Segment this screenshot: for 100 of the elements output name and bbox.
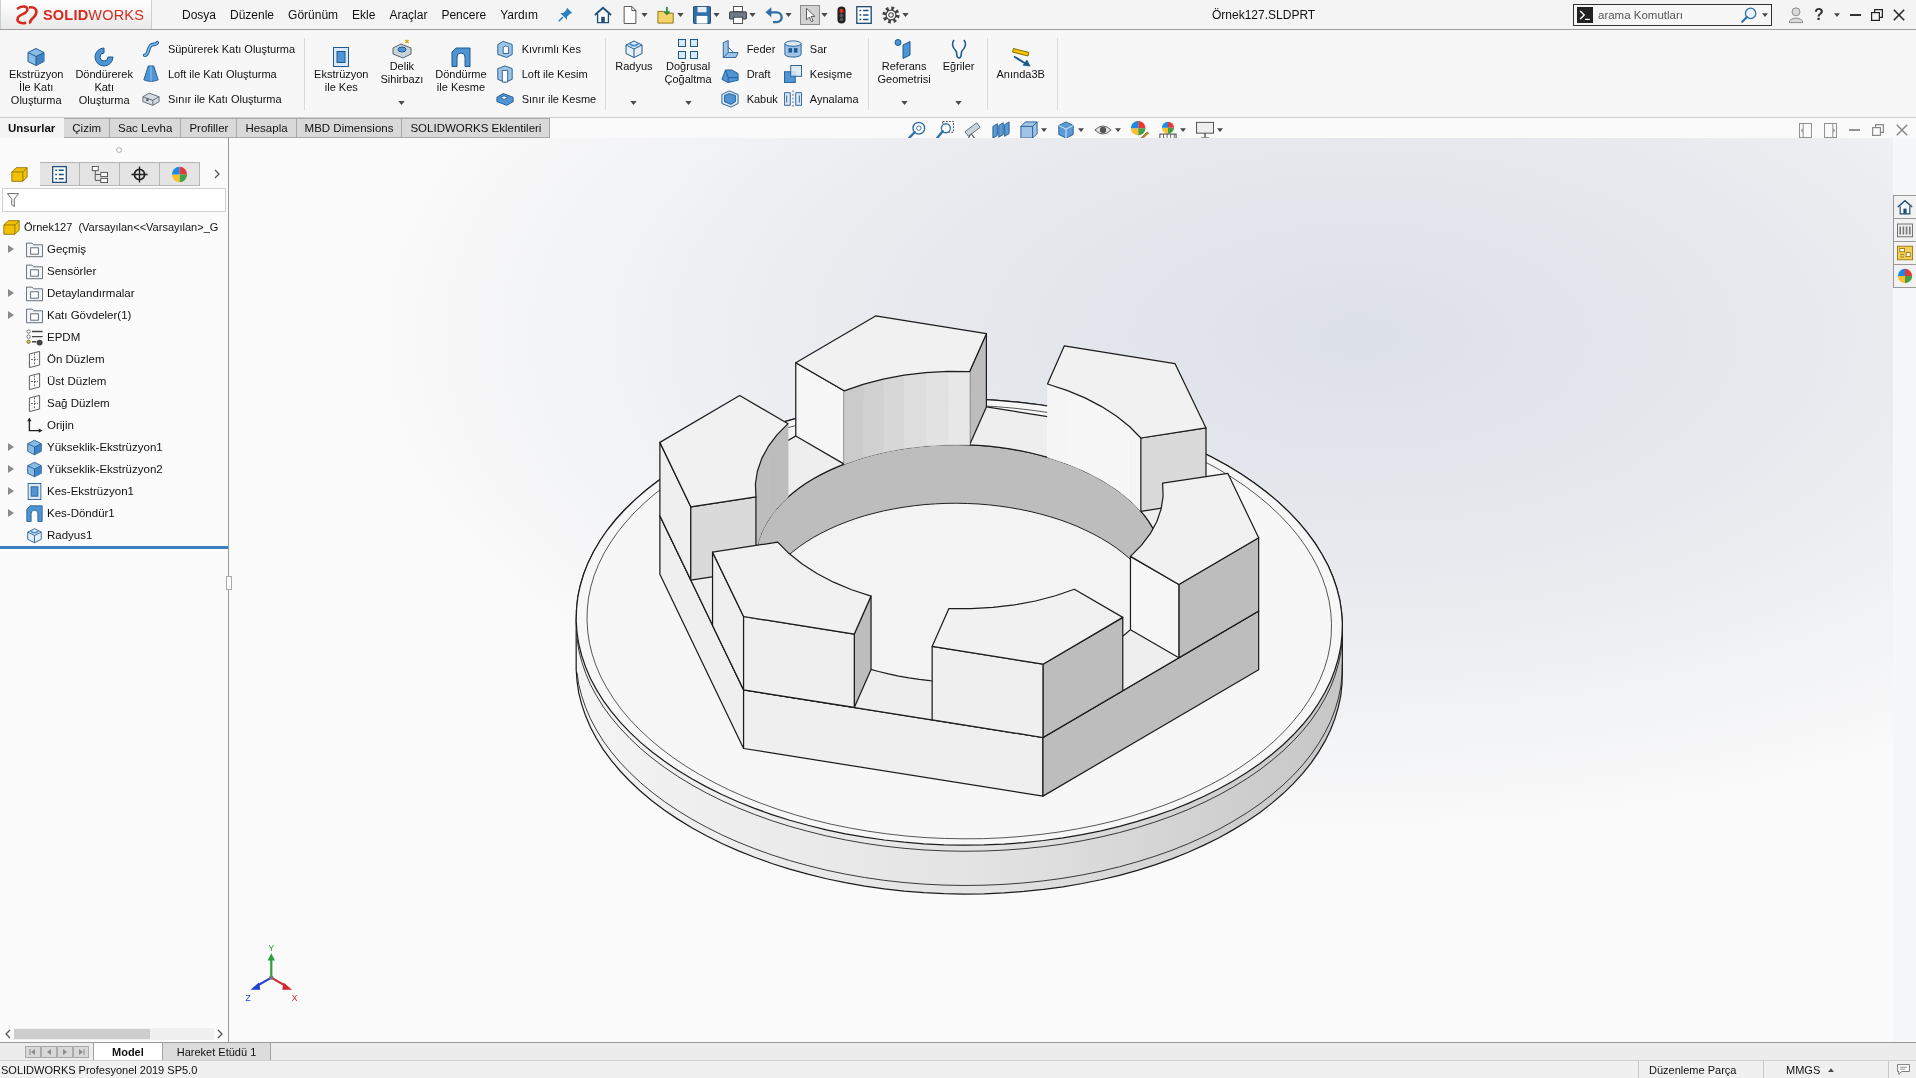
search-input[interactable]: arama Komutları	[1598, 5, 1736, 24]
tree-item[interactable]: Katı Gövdeler(1)	[47, 309, 132, 321]
command-tab[interactable]: Çizim	[64, 118, 111, 138]
expand-arrow-icon[interactable]	[8, 509, 14, 517]
tree-item[interactable]: Ön Düzlem	[47, 353, 105, 365]
zoom-area-icon[interactable]	[936, 121, 955, 139]
message-icon[interactable]	[1897, 1064, 1910, 1075]
printer-icon[interactable]	[729, 5, 747, 24]
menu-item[interactable]: Araçlar	[389, 7, 428, 22]
tree-item[interactable]: Kes-Ekstrüzyon1	[47, 485, 134, 497]
caret-icon[interactable]	[821, 12, 828, 17]
command-tab[interactable]: Unsurlar	[0, 118, 65, 138]
tree-item[interactable]: Yükseklik-Ekstrüzyon2	[47, 463, 163, 475]
monitor-icon[interactable]	[1196, 121, 1215, 139]
caret-icon[interactable]	[785, 12, 792, 17]
tree-item[interactable]: Yükseklik-Ekstrüzyon1	[47, 441, 163, 453]
command-button[interactable]: Ekstrüzyon ile Kes	[311, 38, 372, 108]
tree-item[interactable]: Geçmiş	[47, 243, 86, 255]
expand-arrow-icon[interactable]	[8, 465, 14, 473]
tab-scroll-icon[interactable]	[25, 1045, 89, 1058]
appearance-icon[interactable]	[1131, 121, 1150, 139]
tree-item[interactable]: Radyus1	[47, 529, 93, 541]
command-tab[interactable]: MBD Dimensions	[296, 118, 403, 138]
settings-icon[interactable]	[882, 5, 900, 24]
view-cube-icon[interactable]	[1020, 121, 1039, 139]
panel-tab[interactable]	[80, 162, 120, 186]
scrollbar-thumb[interactable]	[14, 1029, 150, 1039]
command-button[interactable]: Sar	[783, 38, 859, 60]
command-button[interactable]: Kesişme	[783, 63, 859, 85]
telescope-icon[interactable]	[964, 121, 983, 139]
caret-icon[interactable]	[1217, 128, 1224, 132]
tree-item[interactable]: Detaylandırmalar	[47, 287, 135, 299]
command-button[interactable]: Aynalama	[783, 88, 859, 110]
command-button[interactable]: Ekstrüzyon İle Katı Oluşturma	[6, 38, 67, 108]
expand-arrow-icon[interactable]	[8, 443, 14, 451]
caret-icon[interactable]	[677, 12, 684, 17]
open-folder-icon[interactable]	[657, 5, 675, 24]
restore-icon[interactable]	[1870, 8, 1883, 21]
command-button[interactable]: Loft ile Katı Oluşturma	[141, 63, 296, 85]
tree-item[interactable]: Kes-Döndür1	[47, 507, 115, 519]
expand-arrow-icon[interactable]	[8, 289, 14, 297]
caret-icon[interactable]	[1078, 128, 1085, 132]
menu-item[interactable]: Pencere	[441, 7, 487, 22]
caret-icon[interactable]	[1041, 128, 1048, 132]
caret-icon[interactable]	[1833, 12, 1840, 17]
caret-icon[interactable]	[955, 101, 963, 105]
command-button[interactable]: Kabuk	[720, 88, 778, 110]
caret-icon[interactable]	[630, 101, 638, 105]
tile-right-icon[interactable]	[1824, 122, 1837, 138]
expand-arrow-icon[interactable]	[8, 245, 14, 253]
caret-icon[interactable]	[1762, 12, 1768, 17]
menu-item[interactable]: Dosya	[182, 7, 216, 22]
expand-arrow-icon[interactable]	[8, 487, 14, 495]
home-icon[interactable]	[594, 5, 612, 24]
caret-icon[interactable]	[900, 101, 908, 105]
search-bar[interactable]: arama Komutları	[1573, 3, 1772, 26]
display-style-icon[interactable]	[1057, 121, 1076, 139]
command-tab[interactable]: Profiller	[181, 118, 238, 138]
traffic-light-icon[interactable]	[837, 5, 846, 24]
menu-item[interactable]: Ekle	[352, 7, 376, 22]
tree-item[interactable]: Sensörler	[47, 265, 97, 277]
caret-icon[interactable]	[684, 101, 692, 105]
command-button[interactable]: Doğrusal Çoğaltma	[661, 38, 715, 108]
units-selector[interactable]: MMGS	[1786, 1063, 1835, 1076]
caret-icon[interactable]	[1115, 128, 1122, 132]
help-button[interactable]: ?	[1814, 5, 1824, 24]
cursor-icon[interactable]	[801, 5, 819, 24]
caret-icon[interactable]	[398, 101, 406, 105]
command-button[interactable]: Draft	[720, 63, 778, 85]
task-pane-tab[interactable]	[1893, 241, 1916, 265]
command-button[interactable]: Feder	[720, 38, 778, 60]
command-button[interactable]: Delik Sihirbazı	[377, 38, 427, 108]
task-pane-tab[interactable]	[1893, 218, 1916, 242]
new-document-icon[interactable]	[621, 5, 639, 24]
caret-icon[interactable]	[1180, 128, 1187, 132]
close-icon[interactable]	[1892, 8, 1905, 21]
menu-item[interactable]: Yardım	[500, 7, 538, 22]
chevron-right-icon[interactable]	[217, 1029, 223, 1039]
command-button[interactable]: Sınır ile Kesme	[495, 88, 597, 110]
list-icon[interactable]	[855, 5, 873, 24]
caret-icon[interactable]	[902, 12, 909, 17]
task-pane-tab[interactable]	[1893, 195, 1916, 219]
panel-tab[interactable]	[40, 162, 80, 186]
command-tab[interactable]: SOLIDWORKS Eklentileri	[402, 118, 551, 138]
save-icon[interactable]	[693, 5, 711, 24]
chevron-left-icon[interactable]	[5, 1029, 11, 1039]
panel-tab[interactable]	[120, 162, 160, 186]
command-tab[interactable]: Hesapla	[237, 118, 297, 138]
tree-item[interactable]: EPDM	[47, 331, 81, 343]
menu-item[interactable]: Düzenle	[230, 7, 275, 22]
command-button[interactable]: Anında3B	[993, 38, 1048, 108]
command-button[interactable]: Süpürerek Katı Oluşturma	[141, 38, 296, 60]
minimize-icon[interactable]	[1849, 13, 1861, 16]
search-icon[interactable]	[1741, 6, 1757, 23]
command-button[interactable]: Radyus	[612, 38, 656, 108]
command-button[interactable]: Eğriler	[939, 38, 978, 108]
caret-icon[interactable]	[641, 12, 648, 17]
expand-arrow-icon[interactable]	[8, 311, 14, 319]
command-button[interactable]: Sınır ile Katı Oluşturma	[141, 88, 296, 110]
scene-icon[interactable]	[1159, 121, 1178, 139]
